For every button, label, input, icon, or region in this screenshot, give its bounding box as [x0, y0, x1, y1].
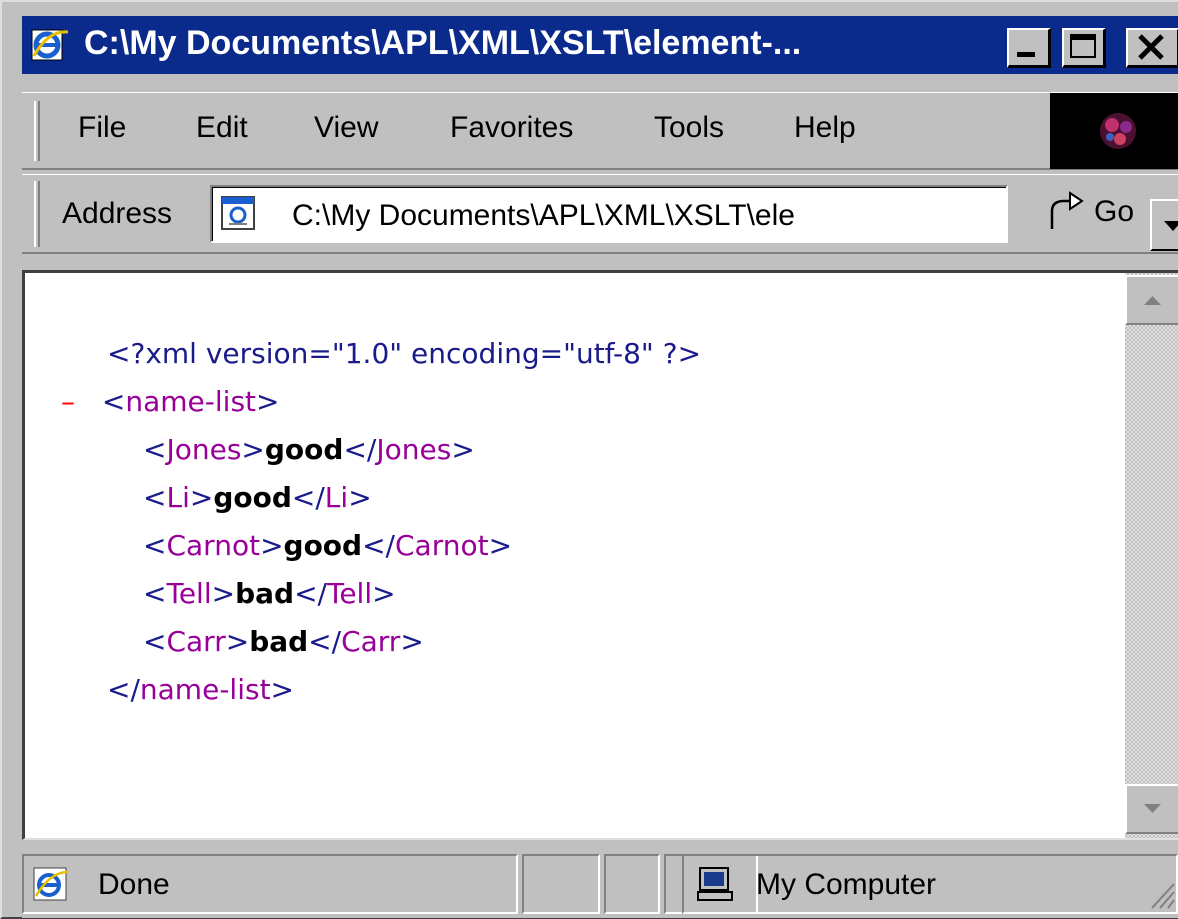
address-input[interactable]: C:\My Documents\APL\XML\XSLT\ele	[210, 185, 1178, 251]
resize-grip-icon[interactable]	[1146, 878, 1176, 912]
status-bar: Done My Computer	[22, 850, 1178, 918]
computer-icon	[697, 867, 733, 901]
title-bar[interactable]: C:\My Documents\APL\XML\XSLT\element-...	[22, 16, 1178, 74]
root-close-line: </name-list>	[107, 673, 295, 706]
window-title: C:\My Documents\APL\XML\XSLT\element-...	[84, 24, 802, 62]
menu-help[interactable]: Help	[794, 111, 856, 145]
vertical-scrollbar[interactable]	[1125, 273, 1178, 838]
scroll-down-button[interactable]	[1125, 784, 1178, 834]
windows-logo-icon	[1100, 113, 1136, 149]
arrow-up-icon	[1144, 296, 1161, 305]
minimize-button[interactable]	[1007, 28, 1051, 68]
status-panel-progress	[522, 854, 600, 914]
maximize-button[interactable]	[1062, 28, 1106, 68]
maximize-icon	[1070, 34, 1096, 58]
status-panel-zone: My Computer	[682, 854, 1178, 914]
document-view[interactable]: <?xml version="1.0" encoding="utf-8" ?> …	[22, 270, 1178, 840]
go-button[interactable]: Go	[1042, 189, 1172, 239]
toolbar-grip[interactable]	[34, 101, 40, 161]
minimize-icon	[1017, 52, 1035, 57]
arrow-down-icon	[1144, 804, 1161, 813]
address-label: Address	[62, 197, 173, 230]
status-panel-main: Done	[22, 854, 518, 914]
menu-edit[interactable]: Edit	[196, 111, 248, 145]
menu-bar: File Edit View Favorites Tools Help	[22, 92, 1178, 170]
internet-explorer-icon	[31, 29, 69, 61]
xml-element-line: <Jones>good</Jones>	[143, 433, 475, 466]
address-value[interactable]: C:\My Documents\APL\XML\XSLT\ele	[292, 199, 962, 233]
throbber	[1050, 93, 1178, 169]
xml-declaration: <?xml version="1.0" encoding="utf-8" ?>	[107, 337, 702, 370]
menu-file[interactable]: File	[78, 111, 126, 145]
zone-text: My Computer	[756, 868, 937, 901]
xml-element-line: <Tell>bad</Tell>	[143, 577, 396, 610]
root-open-line: – <name-list>	[61, 385, 280, 418]
collapse-toggle[interactable]: –	[61, 385, 75, 418]
close-button[interactable]	[1126, 28, 1178, 68]
browser-window: C:\My Documents\APL\XML\XSLT\element-...…	[0, 0, 1178, 919]
status-text: Done	[98, 868, 170, 901]
address-bar: Address C:\My Documents\APL\XML\XSLT\ele…	[22, 174, 1178, 254]
menu-favorites[interactable]: Favorites	[450, 111, 573, 145]
status-panel-secure	[604, 854, 660, 914]
menu-view[interactable]: View	[314, 111, 378, 145]
xml-element-line: <Carnot>good</Carnot>	[143, 529, 513, 562]
page-icon	[221, 196, 255, 230]
internet-explorer-icon	[33, 867, 69, 901]
xml-element-line: <Carr>bad</Carr>	[143, 625, 424, 658]
close-icon	[1138, 34, 1164, 60]
menu-tools[interactable]: Tools	[654, 111, 724, 145]
go-arrow-icon	[1050, 191, 1084, 229]
scroll-up-button[interactable]	[1125, 275, 1178, 325]
xml-element-line: <Li>good</Li>	[143, 481, 372, 514]
go-label: Go	[1094, 195, 1135, 228]
toolbar-grip[interactable]	[34, 181, 40, 247]
